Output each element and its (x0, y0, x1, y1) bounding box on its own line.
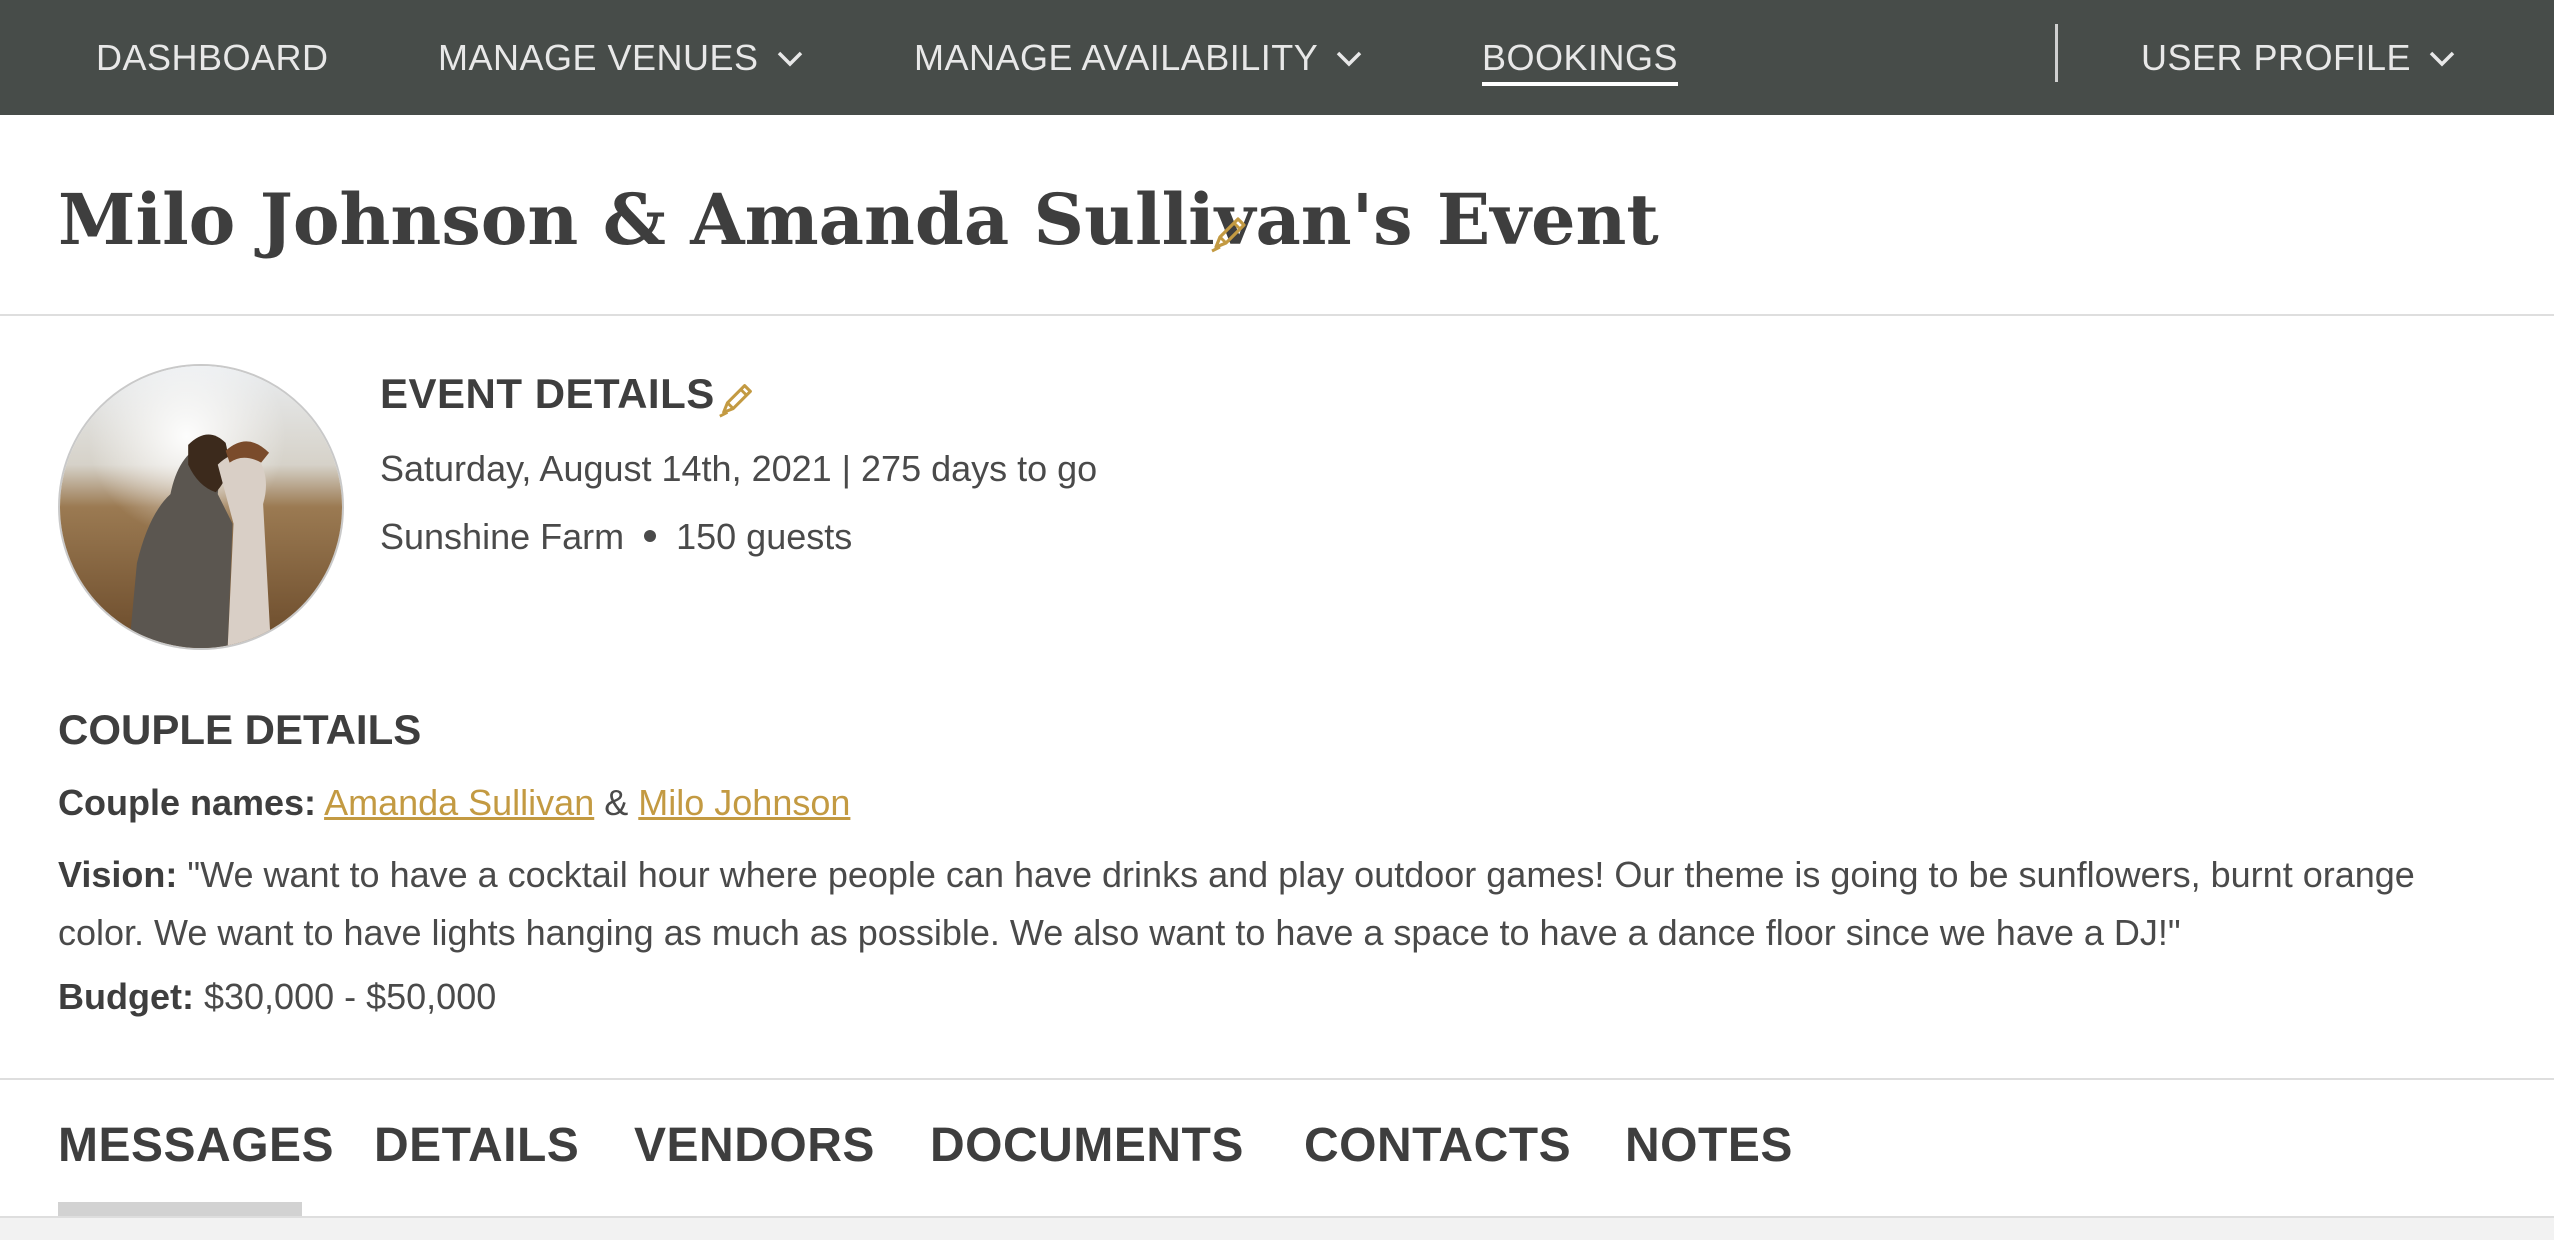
content-area-top (0, 1218, 2554, 1240)
couple-name-link[interactable]: Amanda Sullivan (324, 782, 594, 823)
divider (0, 1078, 2554, 1080)
budget-label: Budget: (58, 976, 194, 1017)
ampersand: & (604, 782, 629, 823)
tab-vendors[interactable]: VENDORS (634, 1118, 875, 1173)
nav-bookings-label: BOOKINGS (1482, 30, 1679, 86)
vision-text: "We want to have a cocktail hour where p… (58, 854, 2415, 953)
divider (0, 314, 2554, 316)
couple-photo (58, 364, 344, 650)
chevron-down-icon (775, 43, 805, 73)
nav-user-profile-label: USER PROFILE (2141, 36, 2412, 78)
nav-manage-venues-label: MANAGE VENUES (438, 36, 759, 78)
nav-manage-availability-label: MANAGE AVAILABILITY (914, 36, 1319, 78)
pencil-icon[interactable] (716, 378, 758, 420)
vision-label: Vision: (58, 854, 178, 895)
page-title: Milo Johnson & Amanda Sullivan's Event (58, 178, 1659, 261)
event-date: Saturday, August 14th, 2021 | 275 days t… (380, 448, 1098, 489)
top-navigation: DASHBOARD MANAGE VENUES MANAGE AVAILABIL… (0, 0, 2554, 115)
vision-row: Vision: "We want to have a cocktail hour… (58, 846, 2498, 962)
budget-row: Budget: $30,000 - $50,000 (58, 976, 496, 1018)
event-venue: Sunshine Farm (380, 516, 625, 557)
couple-name-link[interactable]: Milo Johnson (638, 782, 850, 823)
chevron-down-icon (2427, 43, 2457, 73)
tab-contacts[interactable]: CONTACTS (1304, 1118, 1571, 1173)
tab-details[interactable]: DETAILS (374, 1118, 579, 1173)
nav-dashboard-label: DASHBOARD (96, 36, 329, 78)
bullet-separator (644, 529, 657, 542)
nav-user-profile[interactable]: USER PROFILE (2141, 0, 2457, 115)
tab-notes[interactable]: NOTES (1625, 1118, 1793, 1173)
nav-manage-venues[interactable]: MANAGE VENUES (438, 0, 805, 115)
event-venue-guests: Sunshine Farm 150 guests (380, 516, 852, 558)
couple-names-label: Couple names: (58, 782, 317, 823)
nav-manage-availability[interactable]: MANAGE AVAILABILITY (914, 0, 1364, 115)
tab-messages[interactable]: MESSAGES (58, 1118, 334, 1173)
chevron-down-icon (1334, 43, 1364, 73)
event-guest-count: 150 guests (676, 516, 853, 557)
nav-dashboard[interactable]: DASHBOARD (96, 0, 329, 115)
active-tab-indicator (58, 1202, 302, 1216)
pencil-icon[interactable] (1208, 211, 1252, 255)
tab-documents[interactable]: DOCUMENTS (930, 1118, 1244, 1173)
nav-bookings[interactable]: BOOKINGS (1482, 0, 1679, 115)
budget-value: $30,000 - $50,000 (203, 976, 497, 1017)
couple-details-heading: COUPLE DETAILS (58, 706, 422, 753)
event-details-heading: EVENT DETAILS (380, 370, 715, 417)
couple-names-row: Couple names: Amanda Sullivan & Milo Joh… (58, 782, 850, 824)
nav-divider (2055, 24, 2058, 82)
